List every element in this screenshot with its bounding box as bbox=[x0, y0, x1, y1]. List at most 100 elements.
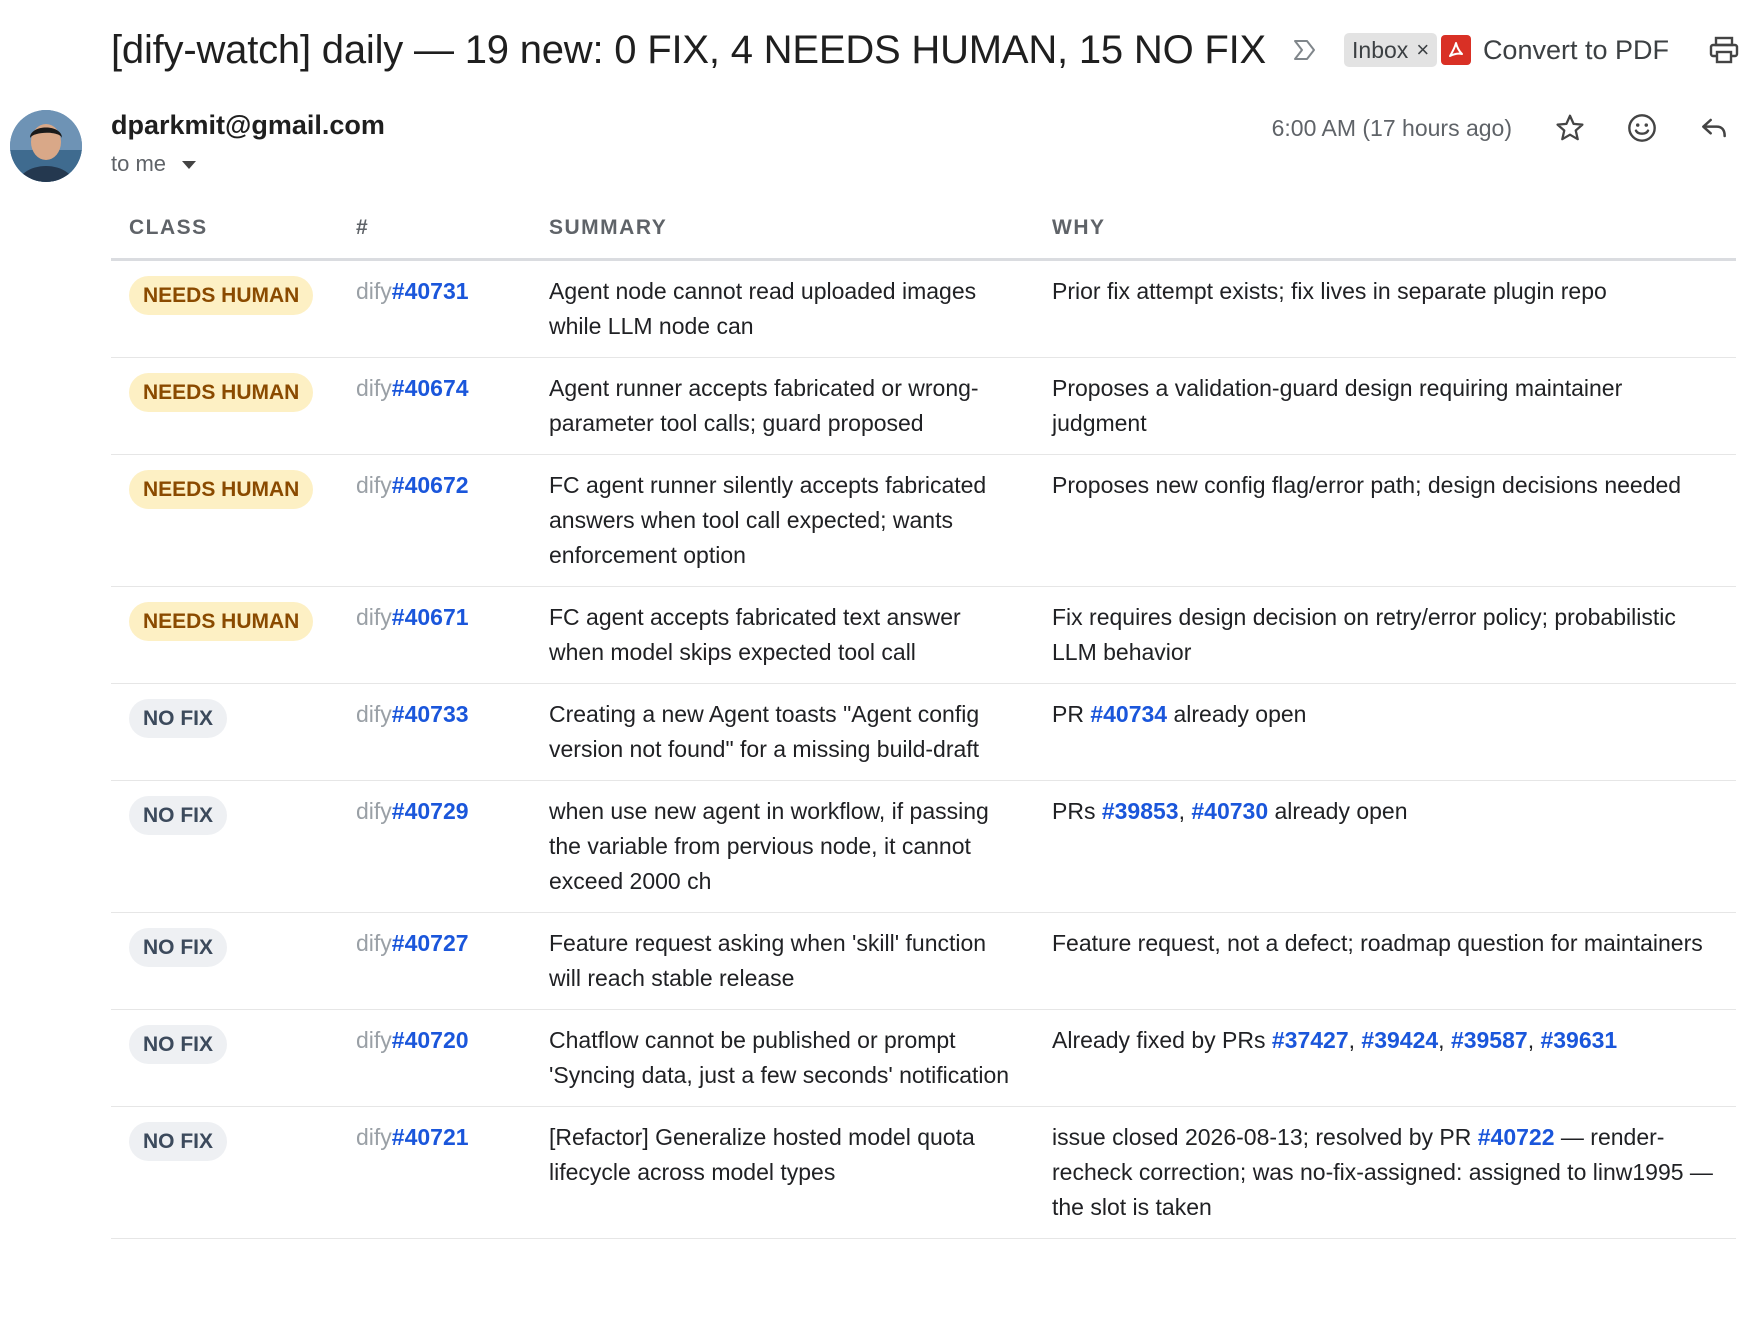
issue-link[interactable]: #40720 bbox=[392, 1027, 469, 1053]
repo-prefix: dify bbox=[356, 375, 392, 401]
why-text: , bbox=[1178, 798, 1192, 824]
why-text: , bbox=[1438, 1027, 1451, 1053]
why-cell: Already fixed by PRs #37427, #39424, #39… bbox=[1034, 1009, 1736, 1107]
subject-actions: Convert to PDF bbox=[1440, 22, 1741, 78]
issue-cell: dify#40727 bbox=[338, 912, 531, 1010]
summary-cell: Chatflow cannot be published or prompt '… bbox=[531, 1009, 1034, 1107]
why-text: , bbox=[1348, 1027, 1362, 1053]
column-header-number: # bbox=[338, 198, 531, 261]
convert-to-pdf-button[interactable]: Convert to PDF bbox=[1440, 34, 1669, 66]
why-text: Proposes a validation-guard design requi… bbox=[1052, 375, 1623, 436]
sender-email[interactable]: dparkmit@gmail.com bbox=[111, 110, 385, 141]
print-icon[interactable] bbox=[1707, 33, 1741, 67]
pr-link[interactable]: #39587 bbox=[1451, 1027, 1528, 1053]
triage-table-container: CLASS # SUMMARY WHY NEEDS HUMAN dify#4073… bbox=[111, 198, 1736, 1239]
why-cell: Fix requires design decision on retry/er… bbox=[1034, 586, 1736, 684]
issue-cell: dify#40674 bbox=[338, 357, 531, 455]
why-text: Feature request, not a defect; roadmap q… bbox=[1052, 930, 1703, 956]
table-header-row: CLASS # SUMMARY WHY bbox=[111, 198, 1736, 261]
status-badge: NEEDS HUMAN bbox=[129, 373, 314, 412]
pr-link[interactable]: #40722 bbox=[1478, 1124, 1555, 1150]
pr-link[interactable]: #39631 bbox=[1540, 1027, 1617, 1053]
repo-prefix: dify bbox=[356, 472, 392, 498]
status-badge: NO FIX bbox=[129, 928, 228, 967]
why-text: PR bbox=[1052, 701, 1091, 727]
issue-link[interactable]: #40674 bbox=[392, 375, 469, 401]
pr-link[interactable]: #39424 bbox=[1361, 1027, 1438, 1053]
label-chip-text: Inbox bbox=[1352, 36, 1409, 63]
pr-link[interactable]: #40730 bbox=[1191, 798, 1268, 824]
status-badge: NEEDS HUMAN bbox=[129, 470, 314, 509]
message-timestamp: 6:00 AM (17 hours ago) bbox=[1271, 114, 1512, 141]
pr-link[interactable]: #39853 bbox=[1102, 798, 1179, 824]
summary-cell: Feature request asking when 'skill' func… bbox=[531, 912, 1034, 1010]
issue-link[interactable]: #40733 bbox=[392, 701, 469, 727]
importance-marker-icon[interactable] bbox=[1292, 37, 1318, 63]
why-text: Proposes new config flag/error path; des… bbox=[1052, 472, 1682, 498]
why-text: , bbox=[1527, 1027, 1541, 1053]
issue-cell: dify#40671 bbox=[338, 586, 531, 684]
repo-prefix: dify bbox=[356, 1124, 392, 1150]
status-badge: NO FIX bbox=[129, 1025, 228, 1064]
issue-link[interactable]: #40671 bbox=[392, 604, 469, 630]
triage-table: CLASS # SUMMARY WHY NEEDS HUMAN dify#4073… bbox=[111, 198, 1736, 1239]
why-cell: PR #40734 already open bbox=[1034, 683, 1736, 781]
convert-to-pdf-label: Convert to PDF bbox=[1482, 34, 1669, 65]
table-row: NO FIX dify#40721 [Refactor] Generalize ho… bbox=[111, 1106, 1736, 1239]
issue-link[interactable]: #40729 bbox=[392, 798, 469, 824]
why-cell: Prior fix attempt exists; fix lives in s… bbox=[1034, 259, 1736, 358]
pr-link[interactable]: #40734 bbox=[1090, 701, 1167, 727]
reply-icon[interactable] bbox=[1694, 108, 1734, 148]
table-row: NEEDS HUMAN dify#40672 FC agent runner sil… bbox=[111, 454, 1736, 587]
table-row: NEEDS HUMAN dify#40731 Agent node cannot r… bbox=[111, 259, 1736, 358]
why-text: issue closed 2026-08-13; resolved by PR bbox=[1052, 1124, 1478, 1150]
summary-cell: [Refactor] Generalize hosted model quota… bbox=[531, 1106, 1034, 1239]
star-icon[interactable] bbox=[1550, 108, 1590, 148]
subject-bar: [dify-watch] daily — 19 new: 0 FIX, 4 NE… bbox=[111, 22, 1741, 78]
issue-cell: dify#40729 bbox=[338, 780, 531, 913]
table-row: NO FIX dify#40727 Feature request asking w… bbox=[111, 912, 1736, 1010]
recipients-label: to me bbox=[111, 151, 167, 176]
why-text: Fix requires design decision on retry/er… bbox=[1052, 604, 1676, 665]
status-badge: NEEDS HUMAN bbox=[129, 602, 314, 641]
pdf-icon bbox=[1440, 35, 1471, 65]
class-cell: NO FIX bbox=[111, 1009, 338, 1107]
issue-cell: dify#40733 bbox=[338, 683, 531, 781]
class-cell: NEEDS HUMAN bbox=[111, 357, 338, 455]
table-row: NEEDS HUMAN dify#40671 FC agent accepts fa… bbox=[111, 586, 1736, 684]
why-cell: Feature request, not a defect; roadmap q… bbox=[1034, 912, 1736, 1010]
issue-link[interactable]: #40672 bbox=[392, 472, 469, 498]
triage-table-body: NEEDS HUMAN dify#40731 Agent node cannot r… bbox=[111, 259, 1736, 1239]
why-cell: Proposes a validation-guard design requi… bbox=[1034, 357, 1736, 455]
remove-label-button[interactable]: × bbox=[1416, 39, 1429, 61]
issue-cell: dify#40721 bbox=[338, 1106, 531, 1239]
summary-cell: FC agent runner silently accepts fabrica… bbox=[531, 454, 1034, 587]
class-cell: NEEDS HUMAN bbox=[111, 454, 338, 587]
issue-link[interactable]: #40727 bbox=[392, 930, 469, 956]
table-row: NEEDS HUMAN dify#40674 Agent runner accept… bbox=[111, 357, 1736, 455]
why-cell: issue closed 2026-08-13; resolved by PR … bbox=[1034, 1106, 1736, 1239]
recipients-toggle[interactable]: to me bbox=[111, 151, 385, 177]
status-badge: NO FIX bbox=[129, 1122, 228, 1161]
class-cell: NO FIX bbox=[111, 780, 338, 913]
why-text: Prior fix attempt exists; fix lives in s… bbox=[1052, 278, 1607, 304]
issue-cell: dify#40731 bbox=[338, 259, 531, 358]
issue-link[interactable]: #40731 bbox=[392, 278, 469, 304]
repo-prefix: dify bbox=[356, 701, 392, 727]
status-badge: NEEDS HUMAN bbox=[129, 276, 314, 315]
summary-cell: Agent node cannot read uploaded images w… bbox=[531, 259, 1034, 358]
emoji-reaction-icon[interactable] bbox=[1622, 108, 1662, 148]
column-header-class: CLASS bbox=[111, 198, 338, 261]
avatar[interactable] bbox=[10, 110, 82, 182]
why-text: already open bbox=[1167, 701, 1307, 727]
summary-cell: Agent runner accepts fabricated or wrong… bbox=[531, 357, 1034, 455]
status-badge: NO FIX bbox=[129, 699, 228, 738]
repo-prefix: dify bbox=[356, 278, 392, 304]
column-header-summary: SUMMARY bbox=[531, 198, 1034, 261]
why-cell: Proposes new config flag/error path; des… bbox=[1034, 454, 1736, 587]
table-row: NO FIX dify#40733 Creating a new Agent toa… bbox=[111, 683, 1736, 781]
issue-link[interactable]: #40721 bbox=[392, 1124, 469, 1150]
class-cell: NO FIX bbox=[111, 912, 338, 1010]
pr-link[interactable]: #37427 bbox=[1272, 1027, 1349, 1053]
why-cell: PRs #39853, #40730 already open bbox=[1034, 780, 1736, 913]
